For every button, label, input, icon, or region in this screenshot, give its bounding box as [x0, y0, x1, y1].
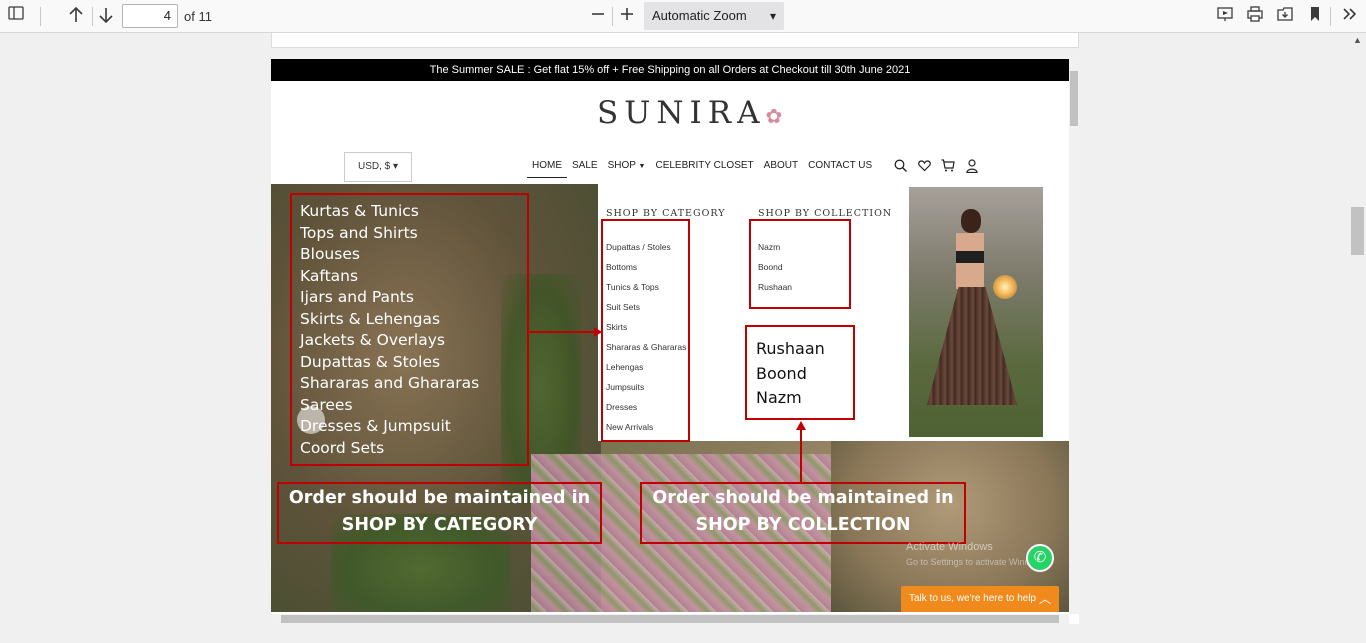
site-logo[interactable]: SUNIRA✿ — [597, 95, 788, 131]
chevron-down-icon: ▾ — [769, 9, 776, 23]
category-order-item: Shararas and Ghararas — [300, 374, 480, 392]
zoom-select-value: Automatic Zoom — [652, 8, 747, 23]
nav-shop-label: SHOP — [607, 160, 636, 171]
category-order-item: Blouses — [300, 245, 360, 263]
viewer-vertical-scrollbar[interactable]: ▲ — [1349, 33, 1366, 643]
flower-icon: ✿ — [765, 104, 789, 128]
note-line: SHOP BY COLLECTION — [695, 515, 911, 535]
scrollbar-thumb[interactable] — [281, 615, 1059, 623]
collection-order-list: Rushaan Boond Nazm — [747, 327, 853, 411]
search-icon[interactable] — [893, 159, 907, 173]
arrow-line — [528, 331, 598, 333]
toolbar-separator — [92, 7, 93, 26]
image-figure — [956, 263, 984, 289]
category-order-item: Dupattas & Stoles — [300, 352, 441, 371]
whatsapp-icon[interactable]: ✆ — [1026, 544, 1054, 572]
category-order-item: Kurtas & Tunics — [300, 202, 419, 220]
collection-order-item: Rushaan — [756, 339, 825, 358]
arrow-line — [800, 429, 802, 484]
activate-windows-watermark: Activate Windows — [906, 541, 993, 553]
note-line: SHOP BY CATEGORY — [341, 515, 538, 535]
chat-widget-button[interactable]: Talk to us, we're here to help ︿ — [901, 586, 1059, 612]
presentation-mode-icon[interactable] — [1215, 6, 1235, 26]
previous-page-bottom — [271, 33, 1079, 48]
category-highlight-box — [601, 219, 690, 442]
arrow-right-icon — [594, 327, 602, 337]
page-vertical-scrollbar[interactable] — [1069, 59, 1079, 614]
cart-icon[interactable] — [941, 159, 955, 173]
logo-text: SUNIRA — [597, 95, 766, 131]
next-page-icon[interactable] — [96, 6, 116, 26]
nav-about[interactable]: ABOUT — [759, 158, 803, 178]
nav-home[interactable]: HOME — [527, 158, 567, 178]
zoom-out-icon[interactable] — [588, 6, 608, 26]
arrow-up-icon — [796, 421, 806, 430]
collection-highlight-box — [749, 219, 851, 309]
category-order-list: Kurtas & Tunics Tops and Shirts Blouses … — [300, 201, 479, 459]
print-icon[interactable] — [1245, 6, 1265, 26]
category-order-item: Coord Sets — [300, 438, 385, 457]
category-order-item: Ijars and Pants — [300, 288, 414, 306]
image-figure-skirt — [927, 287, 1017, 405]
pdf-toolbar: 4 of 11 Automatic Zoom ▾ — [0, 0, 1366, 33]
bookmark-icon[interactable] — [1305, 6, 1325, 26]
nav-sale[interactable]: SALE — [567, 158, 603, 178]
toolbar-separator — [1330, 7, 1331, 26]
note-line: Order should be maintained in — [288, 488, 591, 508]
save-icon[interactable] — [1275, 6, 1295, 26]
header-icons — [893, 159, 979, 174]
nav-celebrity-closet[interactable]: CELEBRITY CLOSET — [650, 158, 758, 178]
page-number-input[interactable]: 4 — [122, 4, 178, 28]
collection-order-item: Nazm — [756, 388, 802, 407]
category-order-note: Order should be maintained in SHOP BY CA… — [277, 482, 602, 544]
announcement-bar: The Summer SALE : Get flat 15% off + Fre… — [271, 59, 1069, 81]
category-column-title: SHOP BY CATEGORY — [606, 208, 726, 219]
main-nav: HOME SALE SHOP ▼ CELEBRITY CLOSET ABOUT … — [527, 158, 877, 178]
collection-order-box: Rushaan Boond Nazm — [745, 325, 855, 420]
collection-column-title: SHOP BY COLLECTION — [758, 208, 893, 219]
image-sun — [993, 275, 1017, 299]
heart-icon[interactable] — [917, 159, 931, 173]
zoom-in-icon[interactable] — [617, 6, 637, 26]
tools-menu-icon[interactable] — [1340, 6, 1360, 26]
menu-feature-image[interactable] — [909, 187, 1043, 437]
chevron-up-icon: ︿ — [1038, 592, 1051, 606]
category-order-box: Kurtas & Tunics Tops and Shirts Blouses … — [290, 193, 529, 466]
sidebar-toggle-icon[interactable] — [6, 6, 26, 26]
pdf-page: The Summer SALE : Get flat 15% off + Fre… — [271, 59, 1079, 624]
image-figure — [956, 251, 984, 263]
chevron-down-icon: ▾ — [392, 161, 399, 172]
page-count-label: of 11 — [184, 9, 212, 24]
nav-shop[interactable]: SHOP ▼ — [603, 158, 651, 178]
zoom-select[interactable]: Automatic Zoom ▾ — [644, 2, 784, 30]
previous-page-icon[interactable] — [66, 6, 86, 26]
category-order-item: Dresses & Jumpsuit — [300, 417, 451, 435]
currency-selector[interactable]: USD, $ ▾ — [344, 152, 412, 182]
account-icon[interactable] — [965, 159, 979, 174]
category-order-item: Kaftans — [300, 266, 359, 285]
collection-order-note: Order should be maintained in SHOP BY CO… — [640, 482, 966, 544]
document-viewer: The Summer SALE : Get flat 15% off + Fre… — [0, 33, 1366, 643]
scroll-up-arrow-icon[interactable]: ▲ — [1353, 35, 1362, 45]
toolbar-separator — [612, 7, 613, 26]
scrollbar-thumb[interactable] — [1351, 207, 1364, 255]
currency-label: USD, $ — [357, 161, 391, 172]
collection-order-item: Boond — [756, 363, 807, 383]
page-horizontal-scrollbar[interactable] — [271, 614, 1069, 624]
scrollbar-thumb[interactable] — [1070, 71, 1078, 126]
category-order-item: Sarees — [300, 395, 353, 414]
toolbar-separator — [40, 7, 41, 26]
note-line: Order should be maintained in — [652, 488, 954, 508]
category-order-item: Skirts & Lehengas — [300, 309, 441, 328]
caret-down-icon: ▼ — [638, 163, 646, 170]
image-figure — [961, 209, 981, 233]
chat-label: Talk to us, we're here to help — [909, 593, 1036, 604]
category-order-item: Tops and Shirts — [300, 223, 418, 242]
category-order-item: Jackets & Overlays — [300, 331, 445, 349]
nav-contact[interactable]: CONTACT US — [803, 158, 877, 178]
